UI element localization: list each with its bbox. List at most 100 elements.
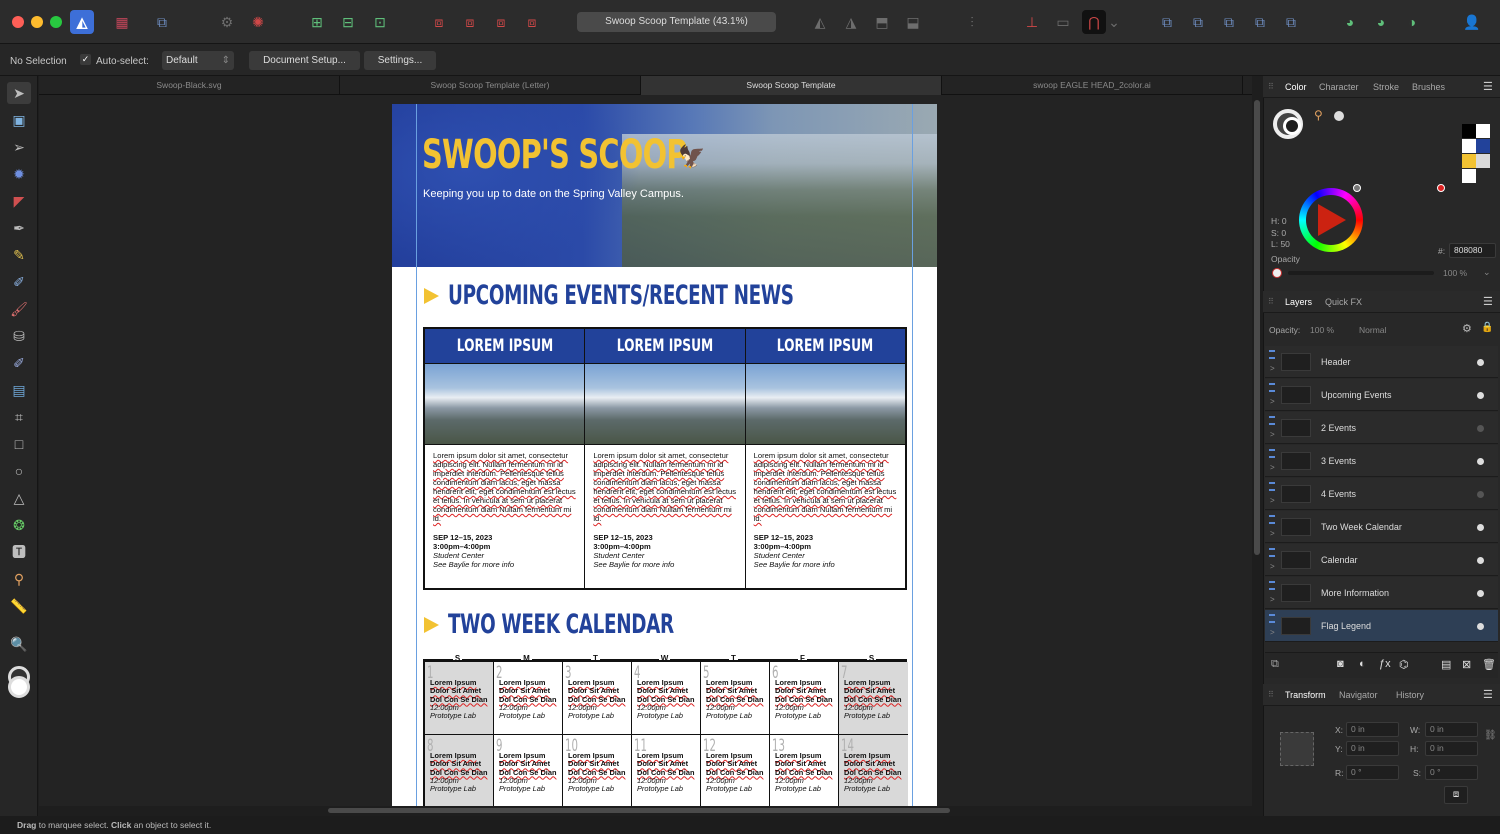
account-icon[interactable]: 👤: [1460, 10, 1484, 34]
snap-toggle-icon[interactable]: ▭: [1051, 10, 1075, 34]
transform-origin-icon[interactable]: ⊡: [368, 10, 392, 34]
hue-handle[interactable]: [1353, 184, 1361, 192]
visibility-toggle[interactable]: [1477, 458, 1484, 465]
color-handle[interactable]: [1437, 184, 1445, 192]
visibility-toggle[interactable]: [1477, 491, 1484, 498]
insert-top-icon[interactable]: ◕: [1369, 10, 1393, 34]
tab-history[interactable]: History: [1396, 690, 1424, 700]
swatch[interactable]: [1476, 139, 1490, 153]
ellipse-tool-icon[interactable]: ○: [7, 460, 31, 482]
pixel-persona-icon[interactable]: ▦: [110, 10, 134, 34]
expand-chevron-icon[interactable]: >: [1270, 463, 1275, 472]
expand-chevron-icon[interactable]: >: [1270, 430, 1275, 439]
live-filter-icon[interactable]: ⌬: [1399, 658, 1409, 671]
opacity-slider[interactable]: [1288, 271, 1434, 275]
distribute-icon[interactable]: ⊟: [336, 10, 360, 34]
visibility-toggle[interactable]: [1477, 623, 1484, 630]
panel-menu-icon[interactable]: ☰: [1483, 80, 1493, 93]
transform-mode-icon[interactable]: ⧈: [1444, 786, 1468, 804]
shear-input[interactable]: 0 °: [1425, 765, 1478, 780]
measure-tool-icon[interactable]: 📏: [7, 595, 31, 617]
expand-chevron-icon[interactable]: >: [1270, 496, 1275, 505]
visibility-toggle[interactable]: [1477, 590, 1484, 597]
expand-chevron-icon[interactable]: >: [1270, 595, 1275, 604]
transparency-tool-icon[interactable]: ✐: [7, 352, 31, 374]
y-input[interactable]: 0 in: [1346, 741, 1399, 756]
artboard-tool-icon[interactable]: ▣: [7, 109, 31, 131]
align-icon[interactable]: ⊞: [305, 10, 329, 34]
xor-icon[interactable]: ⧉: [1248, 10, 1272, 34]
layer-row[interactable]: > Upcoming Events: [1265, 379, 1498, 411]
visibility-toggle[interactable]: [1477, 557, 1484, 564]
swatch[interactable]: [1462, 154, 1476, 168]
export-persona-icon[interactable]: ⧉: [150, 10, 174, 34]
horizontal-scroll-thumb[interactable]: [328, 808, 950, 813]
arrange-front-icon[interactable]: ⧈: [520, 10, 544, 34]
settings-gear-icon[interactable]: ⚙: [215, 10, 239, 34]
tab-stroke[interactable]: Stroke: [1373, 82, 1399, 92]
no-color-icon[interactable]: [1272, 268, 1282, 278]
tab-swoop-scoop-template[interactable]: Swoop Scoop Template: [641, 76, 942, 95]
crop-tool-icon[interactable]: ⌗: [7, 406, 31, 428]
stroke-color-well[interactable]: [8, 676, 30, 698]
subtract-icon[interactable]: ⧉: [1186, 10, 1210, 34]
stroke-well[interactable]: [1283, 117, 1301, 135]
arrange-backward-icon[interactable]: ⧈: [458, 10, 482, 34]
vector-brush-tool-icon[interactable]: ✐: [7, 271, 31, 293]
layer-row[interactable]: >4 Events: [1265, 478, 1498, 510]
fx-icon[interactable]: ƒx: [1379, 658, 1391, 670]
snapping-magnet-icon[interactable]: ⋂: [1082, 10, 1106, 34]
arrange-back-icon[interactable]: ⧈: [427, 10, 451, 34]
blend-mode-dropdown[interactable]: Normal: [1359, 325, 1386, 335]
place-image-tool-icon[interactable]: ▤: [7, 379, 31, 401]
visibility-toggle[interactable]: [1477, 425, 1484, 432]
horizontal-scrollbar[interactable]: [39, 806, 1252, 815]
tab-transform[interactable]: Transform: [1285, 690, 1326, 700]
insert-behind-icon[interactable]: ◕: [1338, 10, 1362, 34]
auto-select-dropdown[interactable]: Default ⇕: [162, 51, 234, 70]
point-transform-tool-icon[interactable]: ✹: [7, 163, 31, 185]
tab-brushes[interactable]: Brushes: [1412, 82, 1445, 92]
layer-duplicate-icon[interactable]: ⧉: [1271, 658, 1279, 671]
swatch[interactable]: [1476, 124, 1490, 138]
add-icon[interactable]: ⧉: [1155, 10, 1179, 34]
opacity-dropdown-icon[interactable]: ⌄: [1483, 267, 1491, 278]
link-icon[interactable]: ⛓: [1484, 730, 1497, 741]
delete-layer-icon[interactable]: 🗑: [1482, 658, 1496, 671]
shape-tool-icon[interactable]: ❂: [7, 514, 31, 536]
swatch[interactable]: [1476, 154, 1490, 168]
color-triangle[interactable]: [1318, 204, 1346, 236]
vertical-scroll-thumb[interactable]: [1254, 100, 1260, 555]
divide-icon[interactable]: ⧉: [1279, 10, 1303, 34]
layer-row[interactable]: > Calendar: [1265, 544, 1498, 576]
swatch[interactable]: [1462, 169, 1476, 183]
expand-chevron-icon[interactable]: >: [1270, 529, 1275, 538]
eyedropper-icon[interactable]: ⚲: [1314, 108, 1323, 122]
tab-layers[interactable]: Layers: [1285, 297, 1312, 307]
anchor-selector[interactable]: [1280, 732, 1314, 766]
flip-horizontal-icon[interactable]: ◭: [808, 10, 832, 34]
lock-icon[interactable]: 🔒: [1481, 322, 1493, 333]
visibility-toggle[interactable]: [1477, 359, 1484, 366]
designer-persona-icon[interactable]: ◭: [70, 10, 94, 34]
snapping-dropdown-icon[interactable]: ⌄: [1108, 10, 1120, 34]
minimize-window-button[interactable]: [31, 16, 43, 28]
add-group-icon[interactable]: ⊠: [1462, 658, 1471, 671]
layer-settings-gear-icon[interactable]: ⚙: [1462, 322, 1472, 335]
h-input[interactable]: 0 in: [1425, 741, 1478, 756]
opacity-value[interactable]: 100 %: [1443, 268, 1467, 278]
add-layer-icon[interactable]: ▤: [1441, 658, 1451, 671]
arrange-forward-icon[interactable]: ⧈: [489, 10, 513, 34]
visibility-toggle[interactable]: [1477, 524, 1484, 531]
boolean-icon[interactable]: ⫶: [960, 10, 984, 34]
flip-vertical-icon[interactable]: ◮: [839, 10, 863, 34]
layer-row[interactable]: > Flag Legend: [1265, 610, 1498, 642]
tab-navigator[interactable]: Navigator: [1339, 690, 1378, 700]
pen-tool-icon[interactable]: ✒: [7, 217, 31, 239]
tab-color[interactable]: Color: [1285, 82, 1307, 92]
insert-inside-icon[interactable]: ◑: [1400, 10, 1424, 34]
fill-tool-icon[interactable]: ⛁: [7, 325, 31, 347]
tab-quick-fx[interactable]: Quick FX: [1325, 297, 1362, 307]
paint-brush-tool-icon[interactable]: 🖌: [7, 298, 31, 320]
document-page[interactable]: SWOOP'S SCOOP 🦅 Keeping you up to date o…: [392, 104, 937, 806]
